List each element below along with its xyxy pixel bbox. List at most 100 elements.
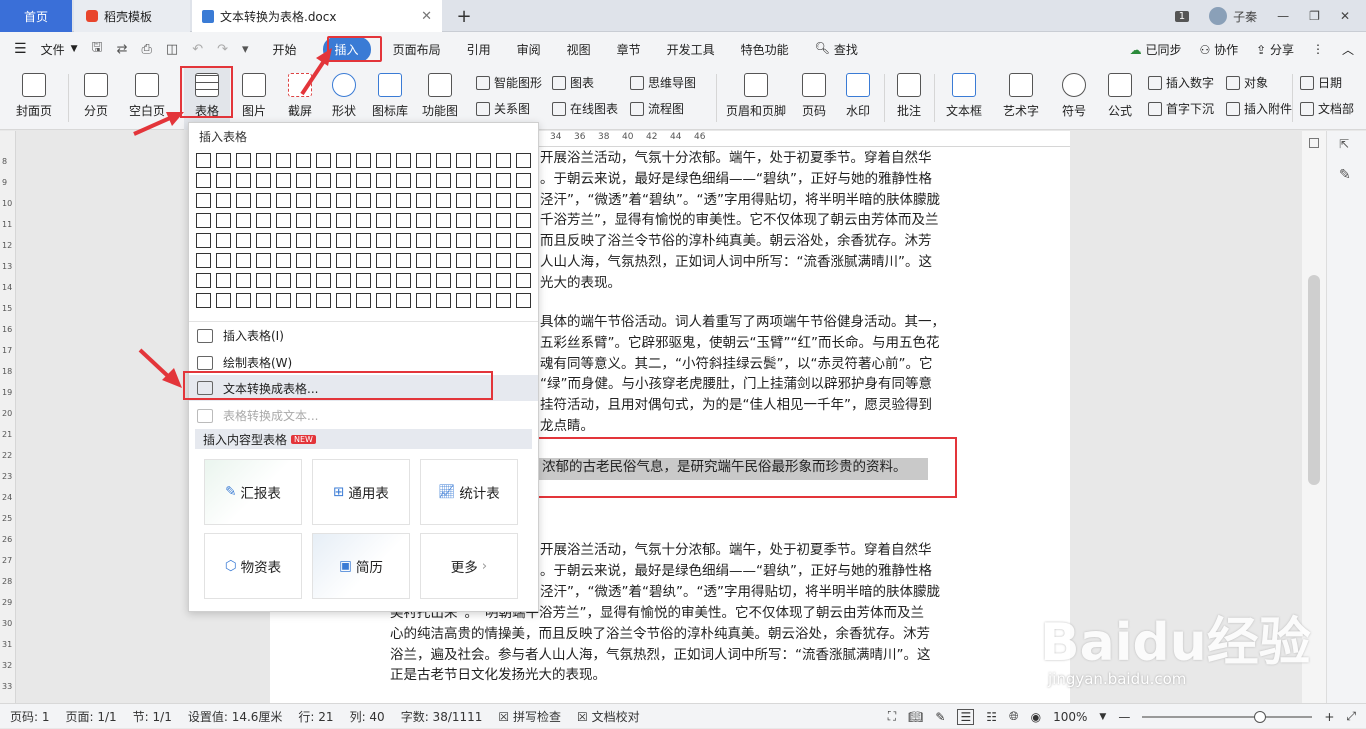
- menu-references[interactable]: 引用: [467, 41, 491, 58]
- doc-text-line[interactable]: 。于朝云来说，最好是绿色细绢——“碧纨”，正好与她的雅静性格: [540, 169, 932, 190]
- zoom-slider-knob[interactable]: [1254, 710, 1267, 723]
- grid-cell[interactable]: [336, 193, 351, 208]
- menu-review[interactable]: 审阅: [517, 41, 541, 58]
- insert-number-button[interactable]: 插入数字: [1148, 74, 1214, 91]
- grid-cell[interactable]: [496, 213, 511, 228]
- grid-cell[interactable]: [416, 273, 431, 288]
- grid-cell[interactable]: [296, 253, 311, 268]
- doc-text-line[interactable]: 浴兰，遍及社会。参与者人山人海，气氛热烈，正如词人词中所写：“流香涨腻满晴川”。…: [390, 645, 931, 666]
- grid-cell[interactable]: [476, 233, 491, 248]
- more-icon[interactable]: ⋮: [1312, 42, 1324, 56]
- grid-cell[interactable]: [256, 273, 271, 288]
- grid-cell[interactable]: [336, 253, 351, 268]
- template-more-card[interactable]: 更多 ›: [420, 533, 518, 599]
- doc-text-line[interactable]: 人山人海，气氛热烈，正如词人词中所写：“流香涨腻满晴川”。这: [540, 252, 932, 273]
- grid-cell[interactable]: [416, 193, 431, 208]
- grid-cell[interactable]: [356, 193, 371, 208]
- menu-search[interactable]: 🔍︎ 查找: [815, 41, 858, 58]
- grid-cell[interactable]: [376, 233, 391, 248]
- menu-file[interactable]: 文件 ▼: [41, 41, 78, 58]
- page-view-icon[interactable]: ☰: [957, 708, 975, 725]
- grid-cell[interactable]: [216, 173, 231, 188]
- grid-cell[interactable]: [196, 233, 211, 248]
- grid-cell[interactable]: [276, 173, 291, 188]
- grid-cell[interactable]: [476, 293, 491, 308]
- grid-cell[interactable]: [276, 233, 291, 248]
- new-tab-button[interactable]: +: [452, 0, 476, 32]
- grid-cell[interactable]: [216, 193, 231, 208]
- undo-icon[interactable]: ↶: [192, 42, 203, 57]
- grid-cell[interactable]: [376, 273, 391, 288]
- grid-cell[interactable]: [196, 293, 211, 308]
- grid-cell[interactable]: [436, 173, 451, 188]
- export-icon[interactable]: ⇄: [117, 42, 128, 57]
- grid-cell[interactable]: [356, 213, 371, 228]
- grid-cell[interactable]: [456, 273, 471, 288]
- template-supplies-card[interactable]: ⬡ 物资表: [204, 533, 302, 599]
- grid-cell[interactable]: [276, 193, 291, 208]
- grid-cell[interactable]: [296, 233, 311, 248]
- grid-cell[interactable]: [256, 253, 271, 268]
- grid-cell[interactable]: [436, 153, 451, 168]
- grid-cell[interactable]: [416, 293, 431, 308]
- grid-cell[interactable]: [296, 213, 311, 228]
- date-button[interactable]: 日期: [1300, 74, 1342, 91]
- reading-view-icon[interactable]: 📖︎: [908, 710, 923, 724]
- grid-cell[interactable]: [496, 293, 511, 308]
- doc-text-line[interactable]: 泾汗”，“微透”着“碧纨”。“透”字用得贴切，将半明半暗的肤体朦胧: [540, 582, 940, 603]
- grid-cell[interactable]: [336, 213, 351, 228]
- doc-text-line[interactable]: 泾汗”，“微透”着“碧纨”。“透”字用得贴切，将半明半暗的肤体朦胧: [540, 190, 940, 211]
- fullscreen-icon[interactable]: ⛶: [888, 709, 896, 724]
- template-stats-card[interactable]: 📈︎ 统计表: [420, 459, 518, 525]
- object-button[interactable]: 对象: [1226, 74, 1268, 91]
- grid-cell[interactable]: [296, 173, 311, 188]
- zoom-out-button[interactable]: —: [1118, 710, 1130, 724]
- function-chart-button[interactable]: 功能图: [416, 66, 464, 130]
- print-preview-icon[interactable]: ◫: [166, 42, 178, 57]
- grid-cell[interactable]: [296, 153, 311, 168]
- cover-page-button[interactable]: 封面页: [10, 66, 58, 130]
- menu-page-layout[interactable]: 页面布局: [393, 41, 441, 58]
- grid-cell[interactable]: [436, 213, 451, 228]
- grid-cell[interactable]: [236, 193, 251, 208]
- grid-cell[interactable]: [236, 273, 251, 288]
- grid-cell[interactable]: [516, 153, 531, 168]
- word-art-button[interactable]: 艺术字: [996, 66, 1046, 130]
- template-general-card[interactable]: ⊞ 通用表: [312, 459, 410, 525]
- grid-cell[interactable]: [256, 173, 271, 188]
- grid-cell[interactable]: [276, 253, 291, 268]
- panel-toggle-icon[interactable]: [1309, 138, 1319, 148]
- page-number-button[interactable]: 页码: [794, 66, 834, 130]
- grid-cell[interactable]: [276, 273, 291, 288]
- customize-icon[interactable]: ▾: [242, 42, 249, 57]
- watermark-button[interactable]: 水印: [838, 66, 878, 130]
- doc-text-line[interactable]: 心的纯洁高贵的情操美，而且反映了浴兰令节俗的淳朴纯真美。朝云浴处，余香犹存。沐芳: [390, 624, 930, 645]
- grid-cell[interactable]: [296, 193, 311, 208]
- tab-docer[interactable]: 稻壳模板: [74, 0, 190, 32]
- grid-cell[interactable]: [496, 273, 511, 288]
- eye-protection-icon[interactable]: ◉: [1031, 710, 1041, 724]
- relation-chart-button[interactable]: 关系图: [476, 100, 530, 117]
- print-icon[interactable]: ⎙: [141, 42, 151, 57]
- grid-cell[interactable]: [196, 273, 211, 288]
- doc-text-line[interactable]: 开展浴兰活动，气氛十分浓郁。端午，处于初夏季节。穿着自然华: [540, 540, 932, 561]
- smart-art-button[interactable]: 智能图形: [476, 74, 542, 91]
- edit-pen-icon[interactable]: ✎: [1339, 167, 1351, 183]
- save-icon[interactable]: 🖫: [92, 38, 103, 60]
- picture-button[interactable]: 图片: [234, 66, 274, 130]
- doc-text-line[interactable]: 挂符活动，且用对偶句式，为的是“佳人相见一千年”，愿灵验得到: [540, 395, 932, 416]
- grid-cell[interactable]: [456, 233, 471, 248]
- hamburger-icon[interactable]: ☰: [14, 41, 27, 57]
- sync-button[interactable]: ☁︎ 已同步: [1130, 41, 1182, 58]
- grid-cell[interactable]: [316, 233, 331, 248]
- grid-cell[interactable]: [196, 153, 211, 168]
- grid-cell[interactable]: [396, 233, 411, 248]
- grid-cell[interactable]: [236, 153, 251, 168]
- grid-cell[interactable]: [256, 193, 271, 208]
- mind-map-button[interactable]: 思维导图: [630, 74, 696, 91]
- grid-cell[interactable]: [416, 253, 431, 268]
- grid-cell[interactable]: [516, 293, 531, 308]
- text-box-button[interactable]: 文本框: [940, 66, 988, 130]
- grid-cell[interactable]: [236, 253, 251, 268]
- window-count-badge[interactable]: 1: [1174, 10, 1190, 22]
